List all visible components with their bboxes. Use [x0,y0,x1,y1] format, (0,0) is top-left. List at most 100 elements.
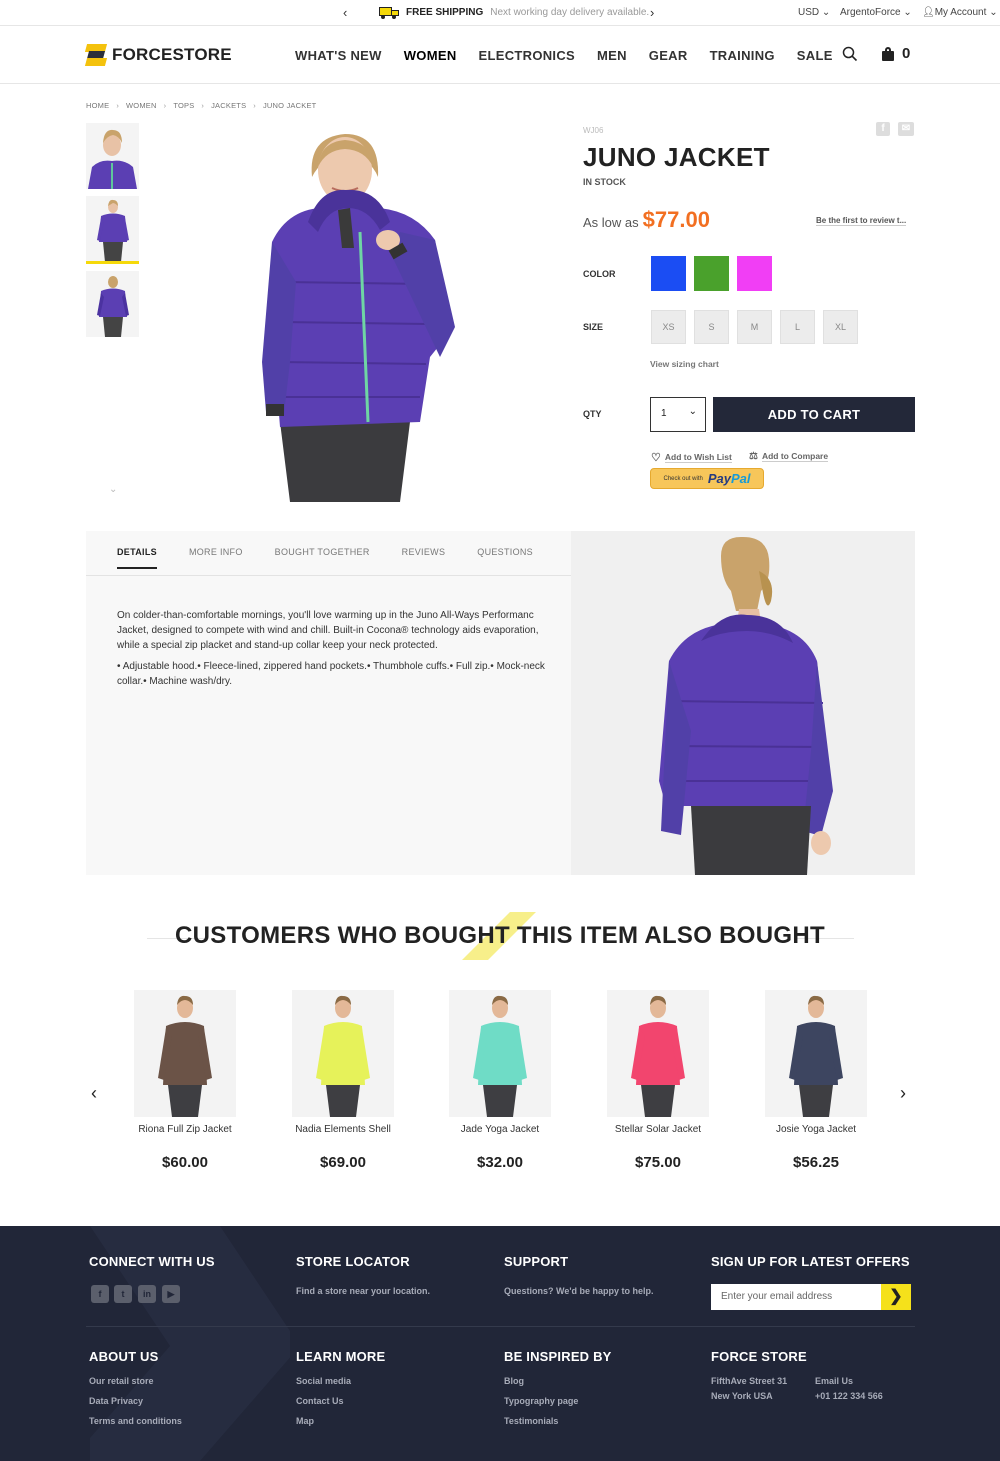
footer-locator-link[interactable]: Find a store near your location. [296,1286,430,1296]
breadcrumb-tops[interactable]: TOPS [173,101,194,110]
related-product-card[interactable]: Josie Yoga Jacket $56.25 [765,990,867,1171]
footer-link-terms[interactable]: Terms and conditions [89,1416,182,1426]
currency-label: USD [798,7,820,18]
related-product-card[interactable]: Jade Yoga Jacket $32.00 [449,990,551,1171]
related-product-image[interactable] [765,990,867,1117]
color-swatch-pink[interactable] [737,256,772,291]
tab-details[interactable]: DETAILS [117,547,157,569]
newsletter-submit-button[interactable]: ❯ [881,1284,911,1310]
tab-reviews[interactable]: REVIEWS [402,547,446,569]
footer-email-link[interactable]: Email Us [815,1376,853,1386]
nav-item-training[interactable]: TRAINING [710,48,775,63]
color-swatch-blue[interactable] [651,256,686,291]
promo-prev-arrow-icon[interactable]: ‹ [343,5,347,20]
footer-phone: +01 122 334 566 [815,1391,883,1401]
product-tabs: DETAILS MORE INFO BOUGHT TOGETHER REVIEW… [117,547,565,569]
carousel-next-arrow-icon[interactable]: › [900,1083,906,1104]
related-product-name[interactable]: Jade Yoga Jacket [449,1124,551,1135]
store-logo[interactable]: FORCESTORE [84,44,232,66]
product-back-image [571,531,915,875]
related-product-image[interactable] [607,990,709,1117]
nav-item-men[interactable]: MEN [597,48,627,63]
footer-link-social-media[interactable]: Social media [296,1376,351,1386]
color-swatch-green[interactable] [694,256,729,291]
gallery-thumb-2[interactable] [86,196,139,264]
nav-item-sale[interactable]: SALE [797,48,833,63]
youtube-icon[interactable]: ▶ [162,1285,180,1303]
qty-select[interactable]: 1 ⌄ [650,397,706,432]
footer-link-data-privacy[interactable]: Data Privacy [89,1396,143,1406]
breadcrumb-jackets[interactable]: JACKETS [211,101,246,110]
nav-item-electronics[interactable]: ELECTRONICS [479,48,575,63]
store-switcher[interactable]: ArgentoForce ⌄ [840,7,912,18]
newsletter-email-input[interactable]: Enter your email address [711,1284,881,1310]
size-option-xs[interactable]: XS [651,310,686,344]
size-option-m[interactable]: M [737,310,772,344]
chevron-right-icon: › [253,101,256,110]
minicart[interactable]: 0 [882,45,910,62]
footer-about-title: ABOUT US [89,1349,159,1364]
nav-item-gear[interactable]: GEAR [649,48,688,63]
footer-signup-title: SIGN UP FOR LATEST OFFERS [711,1254,910,1269]
tab-more-info[interactable]: MORE INFO [189,547,243,569]
related-product-name[interactable]: Josie Yoga Jacket [765,1124,867,1135]
related-product-card[interactable]: Nadia Elements Shell $69.00 [292,990,394,1171]
size-option-xl[interactable]: XL [823,310,858,344]
footer-link-map[interactable]: Map [296,1416,314,1426]
paypal-checkout-button[interactable]: Check out with PayPal [650,468,764,489]
footer-link-retail-store[interactable]: Our retail store [89,1376,154,1386]
footer-support-link[interactable]: Questions? We'd be happy to help. [504,1286,653,1296]
related-product-image[interactable] [292,990,394,1117]
add-to-cart-button[interactable]: ADD TO CART [713,397,915,432]
account-label: My Account [934,7,987,18]
footer-locator-title: STORE LOCATOR [296,1254,410,1269]
breadcrumb-home[interactable]: HOME [86,101,109,110]
stock-status: IN STOCK [583,177,626,187]
wishlist-label: Add to Wish List [664,452,732,463]
tab-questions[interactable]: QUESTIONS [477,547,533,569]
add-to-wishlist-link[interactable]: ♡ Add to Wish List [651,451,732,464]
footer-link-typography[interactable]: Typography page [504,1396,578,1406]
nav-item-whats-new[interactable]: WHAT'S NEW [295,48,382,63]
nav-item-women[interactable]: WOMEN [404,48,457,63]
tabs-divider [86,575,571,576]
related-product-name[interactable]: Nadia Elements Shell [292,1124,394,1135]
promo-next-arrow-icon[interactable]: › [650,5,654,20]
chevron-down-icon: ⌄ [903,7,912,18]
currency-switcher[interactable]: USD ⌄ [798,7,830,18]
gallery-scroll-down-icon[interactable]: ⌄ [109,484,117,495]
related-product-card[interactable]: Riona Full Zip Jacket $60.00 [134,990,236,1171]
size-option-s[interactable]: S [694,310,729,344]
tab-bought-together[interactable]: BOUGHT TOGETHER [275,547,370,569]
related-product-name[interactable]: Stellar Solar Jacket [607,1124,709,1135]
twitter-icon[interactable]: t [114,1285,132,1303]
footer-link-contact[interactable]: Contact Us [296,1396,344,1406]
footer-inspired-title: BE INSPIRED BY [504,1349,612,1364]
account-menu[interactable]: 👤︎My Account ⌄ [922,7,998,18]
email-share-icon[interactable]: ✉ [898,122,914,136]
footer-address-line1: FifthAve Street 31 [711,1376,788,1386]
facebook-share-icon[interactable]: f [876,122,890,136]
related-product-image[interactable] [134,990,236,1117]
related-section-title: CUSTOMERS WHO BOUGHT THIS ITEM ALSO BOUG… [175,922,825,949]
related-product-price: $32.00 [477,1154,523,1171]
related-product-image[interactable] [449,990,551,1117]
search-icon[interactable] [842,46,858,62]
related-product-name[interactable]: Riona Full Zip Jacket [134,1124,236,1135]
linkedin-icon[interactable]: in [138,1285,156,1303]
gallery-thumb-3[interactable] [86,271,139,337]
footer-link-testimonials[interactable]: Testimonials [504,1416,558,1426]
breadcrumb-women[interactable]: WOMEN [126,101,157,110]
facebook-icon[interactable]: f [91,1285,109,1303]
related-product-card[interactable]: Stellar Solar Jacket $75.00 [607,990,709,1171]
breadcrumb-current: JUNO JACKET [262,101,317,110]
related-product-price: $56.25 [793,1154,839,1171]
sizing-chart-link[interactable]: View sizing chart [650,359,719,369]
paypal-prefix: Check out with [663,475,703,482]
add-to-compare-link[interactable]: ⚖ Add to Compare [749,451,829,462]
review-link[interactable]: Be the first to review t... [816,216,907,226]
footer-link-blog[interactable]: Blog [504,1376,524,1386]
carousel-prev-arrow-icon[interactable]: ‹ [91,1083,97,1104]
size-option-l[interactable]: L [780,310,815,344]
gallery-thumb-1[interactable] [86,123,139,189]
